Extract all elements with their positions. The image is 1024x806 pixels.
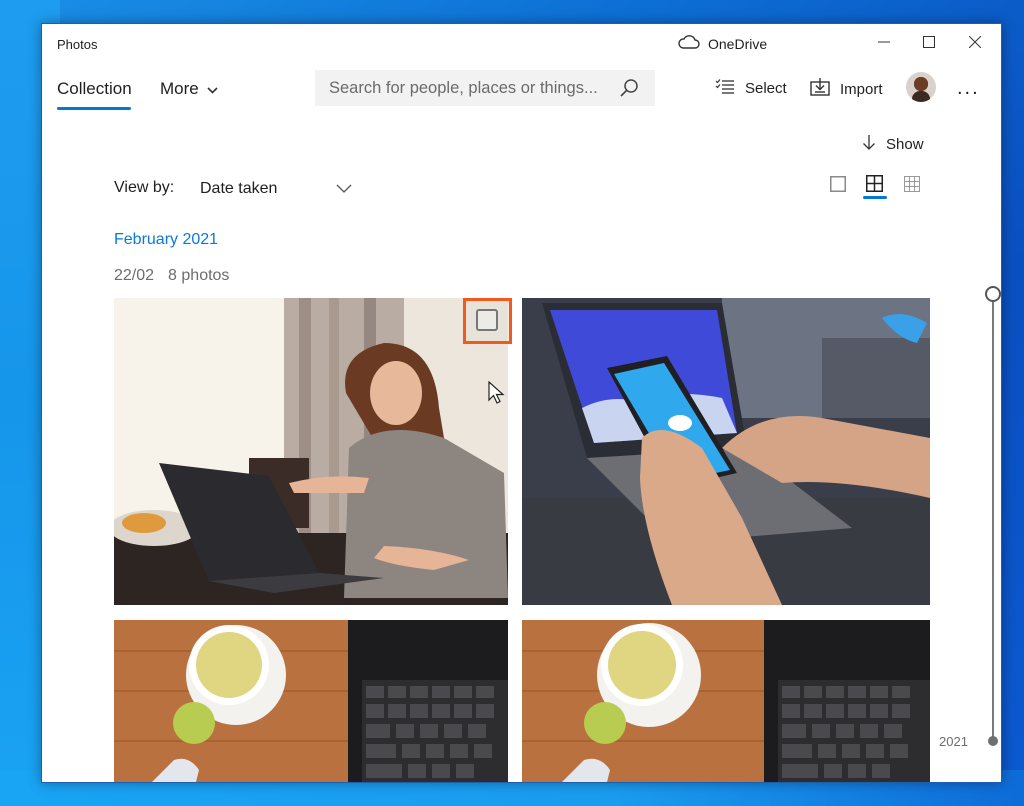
maximize-icon <box>923 35 935 53</box>
chevron-down-icon <box>336 180 352 198</box>
onedrive-button[interactable]: OneDrive <box>678 34 767 54</box>
photo-count: 8 photos <box>168 267 230 284</box>
mouse-cursor-icon <box>488 380 506 405</box>
cloud-icon <box>678 34 700 54</box>
chevron-down-icon <box>207 79 218 99</box>
view-by-dropdown[interactable]: Date taken <box>200 176 352 202</box>
grid-2x2-icon <box>865 175 883 197</box>
photo-thumbnail[interactable] <box>114 620 508 782</box>
title-bar[interactable]: Photos OneDrive <box>42 24 1001 64</box>
grid-3x3-icon <box>904 175 920 197</box>
show-label: Show <box>886 135 924 153</box>
nav-bar: Collection More Select Import <box>42 68 1001 112</box>
photo-woman-laptop <box>114 298 508 605</box>
arrow-down-icon <box>862 134 876 154</box>
more-options-button[interactable]: ... <box>957 78 980 98</box>
tab-more-label: More <box>160 79 199 98</box>
medium-view-button[interactable] <box>862 174 886 198</box>
photo-select-checkbox[interactable] <box>476 309 498 331</box>
photo-select-checkbox-highlight[interactable] <box>463 298 512 344</box>
search-box[interactable] <box>315 70 655 106</box>
day-date: 22/02 <box>114 267 155 284</box>
photo-tea-keyboard <box>114 620 508 782</box>
month-heading[interactable]: February 2021 <box>114 231 218 249</box>
photo-tea-keyboard <box>522 620 930 782</box>
photo-thumbnail[interactable] <box>114 298 508 605</box>
active-zoom-indicator <box>863 196 887 199</box>
show-button[interactable]: Show <box>862 134 924 154</box>
small-view-button[interactable] <box>900 174 924 198</box>
view-by-value: Date taken <box>200 180 278 197</box>
timeline-top-handle[interactable] <box>985 286 1001 302</box>
close-button[interactable] <box>952 24 998 64</box>
minimize-icon <box>878 35 890 53</box>
tab-collection-label: Collection <box>57 79 132 98</box>
timeline-year-marker[interactable] <box>988 736 998 746</box>
single-square-icon <box>830 175 846 197</box>
search-input[interactable] <box>329 78 609 98</box>
view-by-label: View by: <box>114 179 175 196</box>
search-icon[interactable] <box>619 78 639 103</box>
onedrive-label: OneDrive <box>708 36 768 52</box>
app-title: Photos <box>57 37 98 52</box>
select-label: Select <box>745 79 787 97</box>
timeline-year-label[interactable]: 2021 <box>939 734 968 749</box>
photo-thumbnail[interactable] <box>522 620 930 782</box>
avatar[interactable] <box>906 72 936 102</box>
select-button[interactable]: Select <box>715 78 787 98</box>
import-label: Import <box>840 80 883 98</box>
tab-more[interactable]: More <box>160 79 218 99</box>
tab-collection[interactable]: Collection <box>57 79 132 110</box>
timeline-track[interactable] <box>992 302 994 742</box>
day-group-header: 22/02 8 photos <box>114 267 229 285</box>
active-tab-indicator <box>57 107 131 110</box>
close-icon <box>968 35 982 53</box>
photos-app-window: Photos OneDrive Collection More Search f… <box>41 23 1002 783</box>
import-button[interactable]: Import <box>810 78 883 100</box>
import-icon <box>810 78 830 100</box>
photo-thumbnail[interactable] <box>522 298 930 605</box>
maximize-button[interactable] <box>906 24 952 64</box>
timeline-scrubber[interactable] <box>985 286 1001 746</box>
large-view-button[interactable] <box>826 174 850 198</box>
photo-phone-onedrive <box>522 298 930 605</box>
multi-select-icon <box>715 78 735 98</box>
minimize-button[interactable] <box>861 24 907 64</box>
